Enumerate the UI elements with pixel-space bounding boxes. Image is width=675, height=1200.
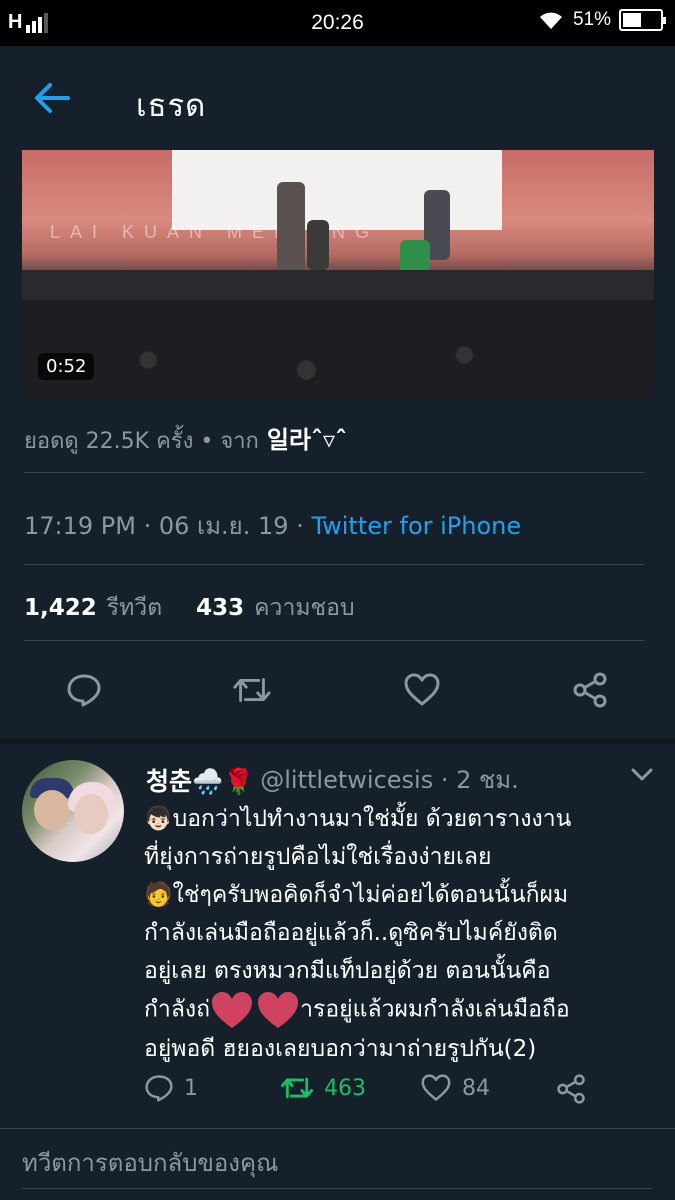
reply-action-bar: 1 463 84	[144, 1074, 644, 1114]
reply-text: 👦🏻บอกว่าไปทำงานมาใช่มั้ย ด้วยตารางงาน ที…	[144, 800, 654, 1068]
app-header: เธรด	[0, 46, 675, 150]
reply-text-line: อยู่พอดี ฮยองเลยบอกว่ามาถ่ายรูปกัน(2)	[144, 1036, 537, 1062]
video-source-user[interactable]: 일라ˆ▿ˆ	[267, 420, 347, 455]
video-player[interactable]: LAI KUAN MEETING 0:52	[22, 150, 654, 400]
audience	[22, 300, 654, 400]
reply-reply-button[interactable]: 1	[144, 1074, 198, 1102]
like-label[interactable]: ความชอบ	[254, 590, 354, 626]
reply-icon	[145, 1075, 173, 1102]
wifi-icon	[539, 12, 562, 29]
reply-text-line: กำลังถ่ ารอยู่แล้วผมกำลังเล่นมือถือ	[144, 990, 654, 1030]
stage-banner-text: LAI KUAN MEETING	[50, 222, 380, 242]
reply-text-line: 🧑ใช่ๆครับพอคิดก็จำไม่ค่อยได้ตอนนั้นก็ผม	[144, 882, 569, 908]
reply-text-line: กำลังเล่นมือถืออยู่แล้วก็..ดูซิครับไมค์ย…	[144, 920, 558, 946]
retweet-icon	[281, 1077, 313, 1099]
divider	[0, 1128, 675, 1129]
reply-button[interactable]	[64, 668, 104, 712]
reply-count: 1	[184, 1075, 198, 1101]
status-bar: H 20:26 51%	[0, 0, 675, 46]
tweet-stats: 1,422 รีทวีต 433 ความชอบ	[24, 590, 355, 626]
like-count: 84	[462, 1075, 490, 1101]
back-arrow-icon[interactable]	[32, 80, 72, 116]
performer-figure	[277, 182, 305, 272]
stage-screen	[172, 150, 502, 230]
battery-percent: 51%	[572, 9, 611, 30]
like-count[interactable]: 433	[196, 595, 244, 621]
heart-outline-icon	[421, 1074, 451, 1101]
tweet-timestamp: 17:19 PM · 06 เม.ย. 19 · Twitter for iPh…	[24, 506, 521, 545]
divider	[24, 472, 644, 473]
reply-share-button[interactable]	[556, 1074, 586, 1104]
share-icon	[573, 672, 607, 708]
reply-text-line: 👦🏻บอกว่าไปทำงานมาใช่มั้ย ด้วยตารางงาน	[144, 806, 572, 832]
section-divider	[0, 738, 675, 744]
retweet-count: 463	[324, 1075, 366, 1101]
compose-underline	[22, 1188, 652, 1189]
battery-level	[623, 13, 641, 27]
share-button[interactable]	[570, 668, 610, 712]
reply-compose-input[interactable]: ทวีตการตอบกลับของคุณ	[22, 1143, 278, 1182]
video-duration-badge: 0:52	[38, 353, 95, 380]
retweet-button[interactable]	[232, 668, 272, 712]
heart-outline-icon	[404, 673, 440, 706]
reply-display-name[interactable]: 청춘🌧️🌹	[146, 762, 254, 798]
reply-retweet-button[interactable]: 463	[280, 1074, 366, 1102]
tweet-action-bar	[0, 668, 675, 712]
retweet-label[interactable]: รีทวีต	[107, 590, 162, 626]
battery-icon	[619, 9, 666, 31]
tweet-time-text: 17:19 PM · 06 เม.ย. 19 ·	[24, 512, 312, 540]
retweet-count[interactable]: 1,422	[24, 595, 97, 621]
heart-stickers	[210, 990, 300, 1030]
like-button[interactable]	[402, 668, 442, 712]
tweet-source-link[interactable]: Twitter for iPhone	[311, 512, 521, 540]
chevron-down-icon[interactable]	[630, 766, 654, 784]
view-count: ยอดดู 22.5K ครั้ง • จาก 일라ˆ▿ˆ	[24, 420, 347, 458]
reply-handle-and-time[interactable]: @littletwicesis · 2 ชม.	[260, 760, 518, 799]
avatar[interactable]	[22, 760, 124, 862]
reply-text-line: อยู่เลย ตรงหมวกมีแท็ปอยู่ด้วย ตอนนั้นคือ	[144, 958, 551, 984]
stage-edge	[22, 270, 654, 288]
reply-text-fragment: ารอยู่แล้วผมกำลังเล่นมือถือ	[300, 996, 570, 1023]
pink-heart-icon	[258, 992, 299, 1028]
view-count-text: ยอดดู 22.5K ครั้ง • จาก	[24, 429, 259, 454]
page-title: เธรด	[136, 88, 207, 124]
reply-header: 청춘🌧️🌹 @littletwicesis · 2 ชม.	[146, 760, 519, 799]
reply-like-button[interactable]: 84	[420, 1074, 490, 1102]
pink-heart-icon	[212, 992, 253, 1028]
share-icon	[557, 1074, 585, 1104]
reply-icon	[67, 674, 101, 707]
reply-text-fragment: กำลังถ่	[144, 996, 211, 1023]
retweet-icon	[233, 678, 271, 702]
reply-text-line: ที่ยุ่งการถ่ายรูปคือไม่ใช่เรื่องง่ายเลย	[144, 844, 492, 870]
divider	[24, 640, 644, 641]
divider	[24, 564, 644, 565]
chair	[307, 220, 329, 270]
